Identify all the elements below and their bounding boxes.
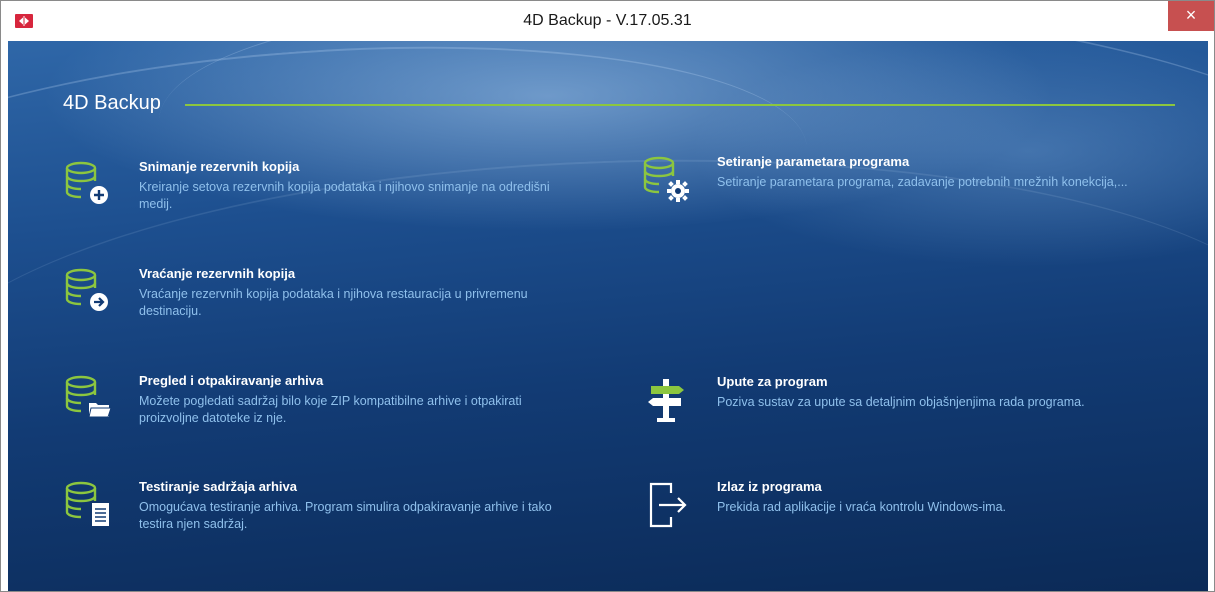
menu-item-backup[interactable]: Snimanje rezervnih kopija Kreiranje seto… <box>63 159 603 239</box>
menu-item-title: Snimanje rezervnih kopija <box>139 159 300 174</box>
menu-item-description: Možete pogledati sadržaj bilo koje ZIP k… <box>139 394 522 425</box>
menu-item-title: Izlaz iz programa <box>717 479 822 494</box>
database-plus-icon <box>63 159 113 209</box>
menu-item-title: Setiranje parametara programa <box>717 154 910 169</box>
database-gear-icon <box>641 154 691 204</box>
header-divider <box>185 104 1175 106</box>
database-folder-icon <box>63 373 113 423</box>
menu-item-description: Poziva sustav za upute sa detaljnim obja… <box>717 395 1085 409</box>
menu-item-exit[interactable]: Izlaz iz programa Prekida rad aplikacije… <box>641 479 1181 559</box>
menu-item-help[interactable]: Upute za program Poziva sustav za upute … <box>641 374 1181 454</box>
app-window: 4D Backup - V.17.05.31 × 4D Backup Snima… <box>0 0 1215 592</box>
database-arrow-icon <box>63 266 113 316</box>
menu-item-title: Upute za program <box>717 374 828 389</box>
menu-item-description: Omogućava testiranje arhiva. Program sim… <box>139 500 552 531</box>
database-document-icon <box>63 479 113 529</box>
menu-item-description: Vraćanje rezervnih kopija podataka i nji… <box>139 287 528 318</box>
menu-item-description: Kreiranje setova rezervnih kopija podata… <box>139 180 550 211</box>
menu-item-settings[interactable]: Setiranje parametara programa Setiranje … <box>641 154 1181 234</box>
menu-item-browse-archive[interactable]: Pregled i otpakiravanje arhiva Možete po… <box>63 373 603 453</box>
signpost-icon <box>641 374 691 424</box>
window-title: 4D Backup - V.17.05.31 <box>523 12 692 29</box>
menu-item-title: Vraćanje rezervnih kopija <box>139 266 296 281</box>
main-panel: 4D Backup Snimanje rezervnih kopija Krei… <box>8 41 1208 591</box>
close-button[interactable]: × <box>1168 1 1214 31</box>
menu-item-test-archive[interactable]: Testiranje sadržaja arhiva Omogućava tes… <box>63 479 603 559</box>
menu-item-description: Prekida rad aplikacije i vraća kontrolu … <box>717 500 1007 514</box>
menu-item-restore[interactable]: Vraćanje rezervnih kopija Vraćanje rezer… <box>63 266 603 346</box>
menu-item-title: Pregled i otpakiravanje arhiva <box>139 373 324 388</box>
exit-icon <box>641 479 691 529</box>
page-title: 4D Backup <box>63 92 161 114</box>
menu-item-description: Setiranje parametara programa, zadavanje… <box>717 175 1128 189</box>
menu-item-title: Testiranje sadržaja arhiva <box>139 479 298 494</box>
title-bar: 4D Backup - V.17.05.31 × <box>1 1 1214 41</box>
